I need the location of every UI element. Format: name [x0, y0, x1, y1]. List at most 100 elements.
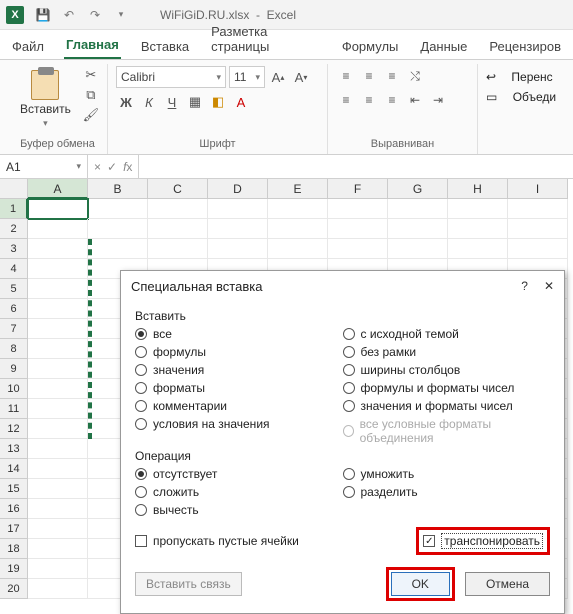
- cancel-formula-icon[interactable]: ×: [94, 160, 101, 174]
- align-left-icon[interactable]: ≡: [336, 90, 356, 110]
- radio-paste-theme[interactable]: с исходной темой: [343, 327, 551, 341]
- radio-op-div[interactable]: разделить: [343, 485, 551, 499]
- qat-customize-icon[interactable]: ▾: [112, 6, 130, 24]
- cell[interactable]: [448, 219, 508, 239]
- row-header[interactable]: 18: [0, 539, 28, 559]
- cell[interactable]: [208, 219, 268, 239]
- tab-insert[interactable]: Вставка: [139, 34, 191, 59]
- ok-button[interactable]: OK: [391, 572, 450, 596]
- row-header[interactable]: 15: [0, 479, 28, 499]
- row-header[interactable]: 11: [0, 399, 28, 419]
- orientation-icon[interactable]: ⤭: [405, 66, 425, 86]
- cell[interactable]: [268, 219, 328, 239]
- radio-op-add[interactable]: сложить: [135, 485, 343, 499]
- row-header[interactable]: 20: [0, 579, 28, 599]
- col-header[interactable]: I: [508, 179, 568, 199]
- close-icon[interactable]: ✕: [544, 279, 554, 293]
- row-header[interactable]: 12: [0, 419, 28, 439]
- cell[interactable]: [28, 339, 88, 359]
- row-header[interactable]: 6: [0, 299, 28, 319]
- row-header[interactable]: 4: [0, 259, 28, 279]
- font-name-select[interactable]: Calibri▾: [116, 66, 226, 88]
- row-header[interactable]: 14: [0, 459, 28, 479]
- align-top-icon[interactable]: ≡: [336, 66, 356, 86]
- cell[interactable]: [28, 479, 88, 499]
- cell[interactable]: [28, 359, 88, 379]
- fx-icon[interactable]: fx: [123, 160, 132, 174]
- wrap-text-button[interactable]: ↩ Перенс: [486, 70, 553, 84]
- radio-paste-noborder[interactable]: без рамки: [343, 345, 551, 359]
- borders-button[interactable]: ▦: [185, 92, 205, 112]
- cell[interactable]: [148, 239, 208, 259]
- radio-paste-value-number[interactable]: значения и форматы чисел: [343, 399, 551, 413]
- row-header[interactable]: 19: [0, 559, 28, 579]
- radio-paste-formula-number[interactable]: формулы и форматы чисел: [343, 381, 551, 395]
- cut-icon[interactable]: ✂: [81, 66, 101, 84]
- cell[interactable]: [28, 259, 88, 279]
- cell[interactable]: [28, 419, 88, 439]
- format-painter-icon[interactable]: 🖌: [81, 106, 101, 124]
- tab-formulas[interactable]: Формулы: [340, 34, 401, 59]
- radio-paste-colwidth[interactable]: ширины столбцов: [343, 363, 551, 377]
- col-header[interactable]: B: [88, 179, 148, 199]
- formula-input[interactable]: [139, 155, 573, 178]
- align-bottom-icon[interactable]: ≡: [382, 66, 402, 86]
- col-header[interactable]: C: [148, 179, 208, 199]
- indent-increase-icon[interactable]: ⇥: [428, 90, 448, 110]
- cell[interactable]: [88, 199, 148, 219]
- cell[interactable]: [328, 219, 388, 239]
- col-header[interactable]: E: [268, 179, 328, 199]
- row-header[interactable]: 16: [0, 499, 28, 519]
- radio-op-mul[interactable]: умножить: [343, 467, 551, 481]
- radio-op-sub[interactable]: вычесть: [135, 503, 343, 517]
- row-header[interactable]: 2: [0, 219, 28, 239]
- increase-font-icon[interactable]: A▴: [268, 67, 288, 87]
- cell[interactable]: [28, 579, 88, 599]
- fill-color-button[interactable]: ◧: [208, 92, 228, 112]
- col-header[interactable]: F: [328, 179, 388, 199]
- cell[interactable]: [88, 219, 148, 239]
- col-header[interactable]: H: [448, 179, 508, 199]
- checkbox-skip-blanks[interactable]: пропускать пустые ячейки: [135, 534, 299, 548]
- paste-button[interactable]: Вставить ▾: [16, 66, 75, 133]
- tab-home[interactable]: Главная: [64, 32, 121, 59]
- cell[interactable]: [388, 199, 448, 219]
- cell[interactable]: [28, 539, 88, 559]
- cell[interactable]: [508, 219, 568, 239]
- copy-icon[interactable]: ⧉: [81, 86, 101, 104]
- cell[interactable]: [28, 299, 88, 319]
- col-header[interactable]: G: [388, 179, 448, 199]
- col-header[interactable]: A: [28, 179, 88, 199]
- cell[interactable]: [328, 239, 388, 259]
- row-header[interactable]: 5: [0, 279, 28, 299]
- tab-data[interactable]: Данные: [418, 34, 469, 59]
- radio-paste-formats[interactable]: форматы: [135, 381, 343, 395]
- col-header[interactable]: D: [208, 179, 268, 199]
- tab-file[interactable]: Файл: [10, 34, 46, 59]
- cell[interactable]: [388, 219, 448, 239]
- cell[interactable]: [328, 199, 388, 219]
- tab-pagelayout[interactable]: Разметка страницы: [209, 19, 322, 59]
- cancel-button[interactable]: Отмена: [465, 572, 550, 596]
- cell[interactable]: [508, 199, 568, 219]
- cell[interactable]: [148, 199, 208, 219]
- cell[interactable]: [28, 379, 88, 399]
- cell[interactable]: [148, 219, 208, 239]
- cell[interactable]: [28, 439, 88, 459]
- tab-review[interactable]: Рецензиров: [487, 34, 563, 59]
- cell[interactable]: [28, 319, 88, 339]
- select-all-corner[interactable]: [0, 179, 28, 199]
- align-center-icon[interactable]: ≡: [359, 90, 379, 110]
- cell[interactable]: [508, 239, 568, 259]
- cell[interactable]: [28, 499, 88, 519]
- merge-button[interactable]: ▭ Объеди: [486, 90, 556, 104]
- cell[interactable]: [448, 239, 508, 259]
- cell[interactable]: [28, 459, 88, 479]
- undo-icon[interactable]: ↶: [60, 6, 78, 24]
- italic-button[interactable]: К: [139, 92, 159, 112]
- cell[interactable]: [208, 239, 268, 259]
- indent-decrease-icon[interactable]: ⇤: [405, 90, 425, 110]
- save-icon[interactable]: 💾: [34, 6, 52, 24]
- font-size-select[interactable]: 11▾: [229, 66, 265, 88]
- row-header[interactable]: 13: [0, 439, 28, 459]
